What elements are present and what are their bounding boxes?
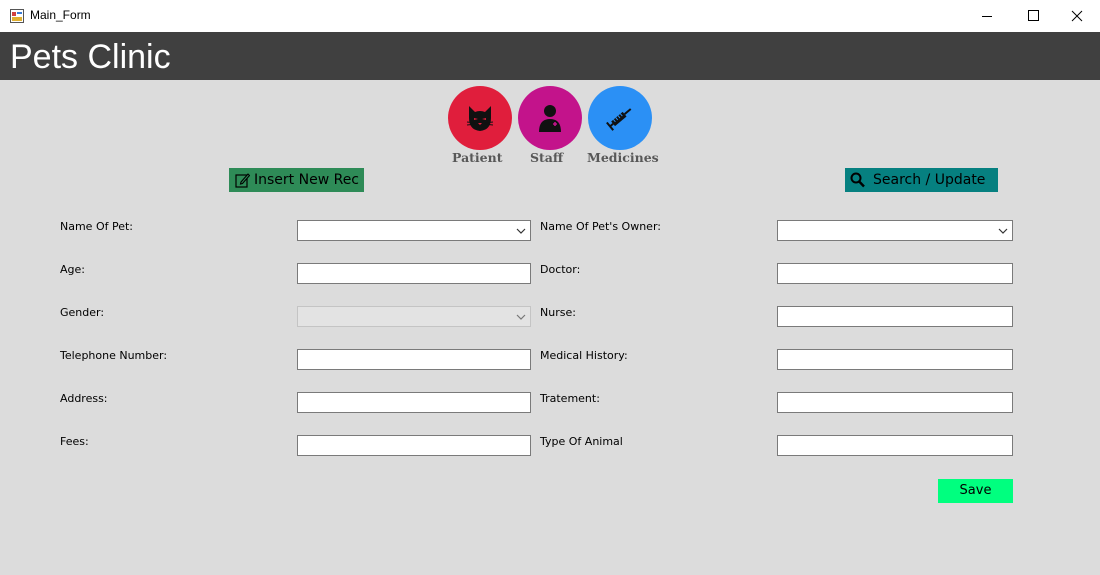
telephone-label: Telephone Number: xyxy=(60,349,168,362)
app-header: Pets Clinic xyxy=(0,32,1100,80)
nurse-label: Nurse: xyxy=(540,306,576,319)
app-title: Pets Clinic xyxy=(10,38,171,76)
pet-name-input[interactable] xyxy=(298,223,530,242)
doctor-input[interactable] xyxy=(778,266,1012,285)
minimize-button[interactable] xyxy=(964,0,1010,32)
owner-name-input[interactable] xyxy=(778,223,1012,242)
maximize-button[interactable] xyxy=(1010,0,1056,32)
age-label: Age: xyxy=(60,263,85,276)
close-icon xyxy=(1071,10,1083,22)
close-button[interactable] xyxy=(1054,0,1100,32)
medicines-nav-button[interactable] xyxy=(588,86,652,150)
staff-nav-label[interactable]: Staff xyxy=(530,150,563,165)
medical-history-field[interactable] xyxy=(777,349,1013,371)
medicines-nav-label[interactable]: Medicines xyxy=(587,150,659,165)
telephone-field[interactable] xyxy=(297,349,531,371)
doctor-label: Doctor: xyxy=(540,263,581,276)
insert-new-record-button[interactable]: Insert New Rec xyxy=(229,168,364,192)
owner-name-select[interactable] xyxy=(777,220,1013,242)
chevron-down-icon xyxy=(516,228,526,234)
pet-name-select[interactable] xyxy=(297,220,531,242)
address-input[interactable] xyxy=(298,395,530,414)
gender-label: Gender: xyxy=(60,306,105,319)
nurse-input[interactable] xyxy=(778,309,1012,328)
main-form-window: Main_Form Pets Clinic Patient Staff Medi… xyxy=(0,0,1100,575)
chevron-down-icon xyxy=(516,314,526,320)
telephone-input[interactable] xyxy=(298,352,530,371)
treatment-label: Tratement: xyxy=(540,392,600,405)
treatment-field[interactable] xyxy=(777,392,1013,414)
fees-field[interactable] xyxy=(297,435,531,457)
save-button[interactable]: Save xyxy=(938,479,1013,503)
address-label: Address: xyxy=(60,392,108,405)
doctor-icon xyxy=(539,105,561,132)
syringe-icon xyxy=(606,108,632,131)
gender-input[interactable] xyxy=(298,309,530,328)
cat-icon xyxy=(466,106,494,131)
search-update-label: Search / Update xyxy=(873,172,986,188)
medical-history-input[interactable] xyxy=(778,352,1012,371)
fees-label: Fees: xyxy=(60,435,89,448)
title-bar: Main_Form xyxy=(0,0,1100,32)
owner-name-label: Name Of Pet's Owner: xyxy=(540,220,661,233)
app-form-icon xyxy=(10,9,24,23)
animal-type-input[interactable] xyxy=(778,438,1012,457)
patient-nav-button[interactable] xyxy=(448,86,512,150)
animal-type-field[interactable] xyxy=(777,435,1013,457)
medical-history-label: Medical History: xyxy=(540,349,628,362)
age-field[interactable] xyxy=(297,263,531,285)
chevron-down-icon xyxy=(998,228,1008,234)
search-update-button[interactable]: Search / Update xyxy=(845,168,998,192)
doctor-field[interactable] xyxy=(777,263,1013,285)
maximize-icon xyxy=(1028,10,1039,21)
nurse-field[interactable] xyxy=(777,306,1013,328)
insert-new-record-label: Insert New Rec xyxy=(254,172,359,188)
age-input[interactable] xyxy=(298,266,530,285)
staff-nav-button[interactable] xyxy=(518,86,582,150)
minimize-icon xyxy=(982,16,992,17)
pet-name-label: Name Of Pet: xyxy=(60,220,134,233)
animal-type-label: Type Of Animal xyxy=(540,435,623,448)
address-field[interactable] xyxy=(297,392,531,414)
search-icon xyxy=(850,172,865,188)
fees-input[interactable] xyxy=(298,438,530,457)
window-title: Main_Form xyxy=(30,8,91,22)
edit-icon xyxy=(235,173,250,188)
gender-select[interactable] xyxy=(297,306,531,328)
treatment-input[interactable] xyxy=(778,395,1012,414)
patient-nav-label[interactable]: Patient xyxy=(452,150,503,165)
